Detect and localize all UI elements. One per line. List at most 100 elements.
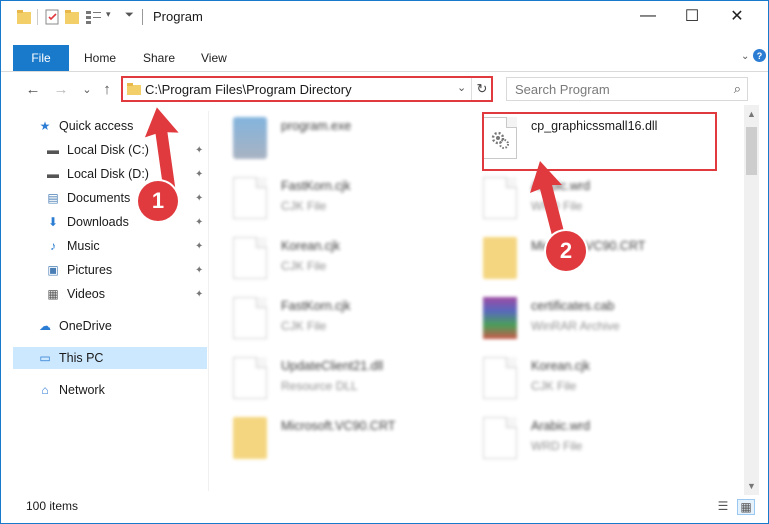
- recent-locations-button[interactable]: ⌄: [77, 79, 97, 99]
- tab-share[interactable]: Share: [143, 45, 175, 71]
- vertical-scrollbar[interactable]: ▲ ▼: [744, 105, 759, 495]
- expand-ribbon-icon[interactable]: ⌄: [741, 51, 749, 62]
- sidebar-item-label: Pictures: [67, 263, 113, 277]
- search-box[interactable]: Search Program ⌕: [506, 77, 748, 101]
- file-name: UpdateClient21.dll: [281, 359, 384, 373]
- sidebar-item-downloads[interactable]: ⬇ Downloads ✦: [13, 211, 207, 233]
- file-name: FastKorn.cjk: [281, 179, 351, 193]
- music-icon: ♪: [50, 239, 56, 253]
- sidebar-item-label: OneDrive: [59, 319, 112, 333]
- refresh-button[interactable]: ↻: [471, 78, 492, 100]
- search-icon: ⌕: [733, 81, 741, 96]
- dll-icon: [233, 357, 267, 399]
- file-item[interactable]: certificates.cab WinRAR Archive: [471, 289, 701, 345]
- details-view-icon[interactable]: ☰: [715, 499, 731, 513]
- back-button[interactable]: ←: [23, 79, 43, 99]
- quick-access-dropdown-icon[interactable]: ⏷: [125, 9, 134, 22]
- sidebar-item-label: Downloads: [67, 215, 129, 229]
- properties-icon[interactable]: [45, 9, 59, 25]
- address-bar[interactable]: C:\Program Files\Program Directory ⌄ ↻: [121, 76, 493, 102]
- document-icon: [483, 177, 517, 219]
- star-icon: ★: [39, 119, 51, 133]
- file-name: Korean.cjk: [281, 239, 341, 253]
- new-folder-icon[interactable]: [65, 9, 79, 25]
- sidebar-item-music[interactable]: ♪ Music ✦: [13, 235, 207, 257]
- tab-view[interactable]: View: [201, 45, 227, 71]
- pin-icon: ✦: [195, 216, 204, 228]
- close-button[interactable]: ✕: [714, 1, 760, 31]
- archive-icon: [483, 297, 517, 339]
- sidebar-item-pictures[interactable]: ▣ Pictures ✦: [13, 259, 207, 281]
- file-item[interactable]: Korean.cjk CJK File: [471, 349, 701, 405]
- folder-icon: [233, 417, 267, 459]
- scroll-down-icon[interactable]: ▼: [747, 481, 756, 491]
- pane-divider: [208, 111, 209, 491]
- window-title: Program: [153, 9, 203, 24]
- step-badge-1: 1: [138, 181, 178, 221]
- document-icon: [483, 357, 517, 399]
- file-item[interactable]: program.exe: [221, 109, 451, 165]
- pin-icon: ✦: [195, 240, 204, 252]
- file-item[interactable]: Korean.cjk CJK File: [221, 229, 451, 285]
- file-item[interactable]: FastKorn.cjk CJK File: [221, 289, 451, 345]
- sidebar-item-label: Quick access: [59, 119, 134, 133]
- document-icon: [233, 177, 267, 219]
- status-bar: 100 items ☰ ▦: [1, 495, 768, 523]
- file-name: Microsoft.VC90.CRT: [281, 419, 396, 433]
- item-count: 100 items: [26, 499, 79, 513]
- title-bar: ▾ ⏷ Program — ☐ ✕: [1, 1, 768, 31]
- sidebar-item-onedrive[interactable]: ☁ OneDrive: [13, 315, 207, 337]
- document-icon: [233, 237, 267, 279]
- document-icon: [233, 297, 267, 339]
- pin-icon: ✦: [195, 288, 204, 300]
- file-name: Korean.cjk: [531, 359, 591, 373]
- file-type: WRD File: [531, 439, 583, 453]
- ribbon-tabs: File Home Share View ⌄ ?: [1, 45, 768, 72]
- maximize-button[interactable]: ☐: [669, 1, 715, 31]
- onedrive-icon: ☁: [39, 319, 51, 333]
- drive-icon: ▬: [47, 167, 59, 181]
- file-item[interactable]: Arabic.wrd WRD File: [471, 409, 701, 465]
- file-name: certificates.cab: [531, 299, 615, 313]
- help-icon[interactable]: ?: [753, 49, 766, 62]
- large-icons-view-icon[interactable]: ▦: [737, 499, 755, 515]
- tab-file[interactable]: File: [13, 45, 69, 71]
- file-name: FastKorn.cjk: [281, 299, 351, 313]
- divider: [142, 9, 143, 25]
- sidebar-item-this-pc[interactable]: ▭ This PC: [13, 347, 207, 369]
- minimize-button[interactable]: —: [625, 1, 671, 31]
- target-file-highlight: [482, 112, 717, 171]
- customize-toolbar-icon[interactable]: ▾: [106, 9, 111, 20]
- file-name: Arabic.wrd: [531, 419, 591, 433]
- file-name: program.exe: [281, 119, 352, 133]
- address-path[interactable]: C:\Program Files\Program Directory: [145, 82, 352, 97]
- sidebar-item-label: Network: [59, 383, 105, 397]
- file-item[interactable]: FastKorn.cjk CJK File: [221, 169, 451, 225]
- file-explorer-window: ▾ ⏷ Program — ☐ ✕ File Home Share View ⌄…: [0, 0, 769, 524]
- pictures-icon: ▣: [47, 263, 59, 277]
- sidebar-item-videos[interactable]: ▦ Videos ✦: [13, 283, 207, 305]
- forward-button[interactable]: →: [51, 79, 71, 99]
- sidebar-item-label: Local Disk (D:): [67, 167, 149, 181]
- scrollbar-thumb[interactable]: [746, 127, 757, 175]
- sidebar-item-network[interactable]: ⌂ Network: [13, 379, 207, 401]
- file-type: Resource DLL: [281, 379, 358, 393]
- search-input[interactable]: Search Program: [515, 82, 610, 97]
- scroll-up-icon[interactable]: ▲: [747, 109, 756, 119]
- up-button[interactable]: ↑: [97, 79, 117, 99]
- file-item[interactable]: Microsoft.VC90.CRT: [221, 409, 451, 465]
- sidebar-item-label: Documents: [67, 191, 131, 205]
- folder-icon: [483, 237, 517, 279]
- sidebar-item-label: Local Disk (C:): [67, 143, 149, 157]
- file-type: CJK File: [281, 319, 327, 333]
- pin-icon: ✦: [195, 264, 204, 276]
- address-dropdown-icon[interactable]: ⌄: [457, 81, 466, 94]
- divider: [37, 9, 38, 25]
- drive-icon: ▬: [47, 143, 59, 157]
- view-options-icon[interactable]: [85, 9, 103, 25]
- download-icon: ⬇: [47, 215, 59, 229]
- tab-home[interactable]: Home: [84, 45, 116, 71]
- folder-icon: [17, 10, 31, 24]
- file-item[interactable]: UpdateClient21.dll Resource DLL: [221, 349, 451, 405]
- file-type: CJK File: [531, 379, 577, 393]
